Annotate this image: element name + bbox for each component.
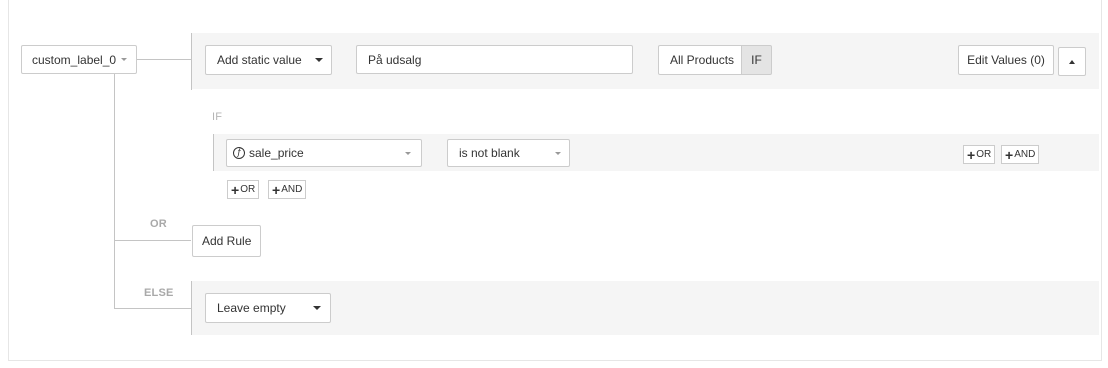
else-value-mode-dropdown[interactable]: Leave empty bbox=[205, 293, 331, 323]
add-rule-button[interactable]: Add Rule bbox=[192, 225, 261, 257]
value-mode-label: Add static value bbox=[217, 53, 302, 67]
and-label: AND bbox=[1014, 149, 1036, 160]
caret-down-icon bbox=[121, 58, 128, 61]
function-icon: f bbox=[233, 147, 245, 159]
condition-group-or-button[interactable]: + OR bbox=[227, 180, 260, 199]
static-value-input[interactable]: På udsalg bbox=[356, 45, 633, 74]
if-toggle-label: IF bbox=[751, 53, 762, 67]
edit-values-button[interactable]: Edit Values (0) bbox=[958, 45, 1054, 75]
connector-or bbox=[114, 240, 191, 241]
plus-icon: + bbox=[231, 181, 240, 198]
else-value-mode-label: Leave empty bbox=[217, 301, 286, 315]
plus-icon: + bbox=[967, 146, 976, 163]
or-label: OR bbox=[976, 149, 992, 160]
caret-down-icon bbox=[314, 58, 323, 62]
field-selector-label: custom_label_0 bbox=[32, 52, 117, 67]
connector-else bbox=[114, 308, 191, 309]
or-label: OR bbox=[240, 184, 256, 195]
edit-values-label: Edit Values (0) bbox=[967, 53, 1045, 67]
and-label: AND bbox=[281, 184, 303, 195]
condition-operator-label: is not blank bbox=[459, 146, 520, 160]
caret-down-icon bbox=[312, 306, 321, 310]
field-selector-dropdown[interactable]: custom_label_0 bbox=[21, 45, 137, 74]
condition-row-and-button[interactable]: + AND bbox=[1001, 145, 1040, 164]
if-toggle-button[interactable]: IF bbox=[741, 45, 772, 75]
or-section-label: OR bbox=[150, 218, 167, 230]
else-section-label: ELSE bbox=[144, 287, 174, 299]
condition-if-header: IF bbox=[212, 111, 223, 123]
scope-all-products-label: All Products bbox=[670, 53, 735, 67]
condition-row-or-button[interactable]: + OR bbox=[963, 145, 996, 164]
condition-field-label: sale_price bbox=[249, 146, 304, 160]
caret-down-icon bbox=[555, 152, 561, 155]
value-mode-dropdown[interactable]: Add static value bbox=[205, 45, 332, 75]
add-rule-label: Add Rule bbox=[202, 234, 252, 248]
plus-icon: + bbox=[1005, 146, 1014, 163]
connector-horizontal bbox=[137, 59, 191, 60]
collapse-button[interactable] bbox=[1058, 47, 1086, 76]
caret-up-icon bbox=[1069, 59, 1075, 64]
connector-trunk bbox=[114, 70, 115, 308]
condition-group-and-button[interactable]: + AND bbox=[268, 180, 307, 199]
condition-row-marker bbox=[213, 134, 214, 171]
condition-field-dropdown[interactable]: f sale_price bbox=[226, 139, 422, 167]
plus-icon: + bbox=[272, 181, 281, 198]
condition-operator-dropdown[interactable]: is not blank bbox=[447, 139, 570, 167]
scope-all-products-button[interactable]: All Products bbox=[658, 45, 742, 75]
static-value-text: På udsalg bbox=[368, 52, 422, 67]
caret-down-icon bbox=[405, 152, 411, 155]
